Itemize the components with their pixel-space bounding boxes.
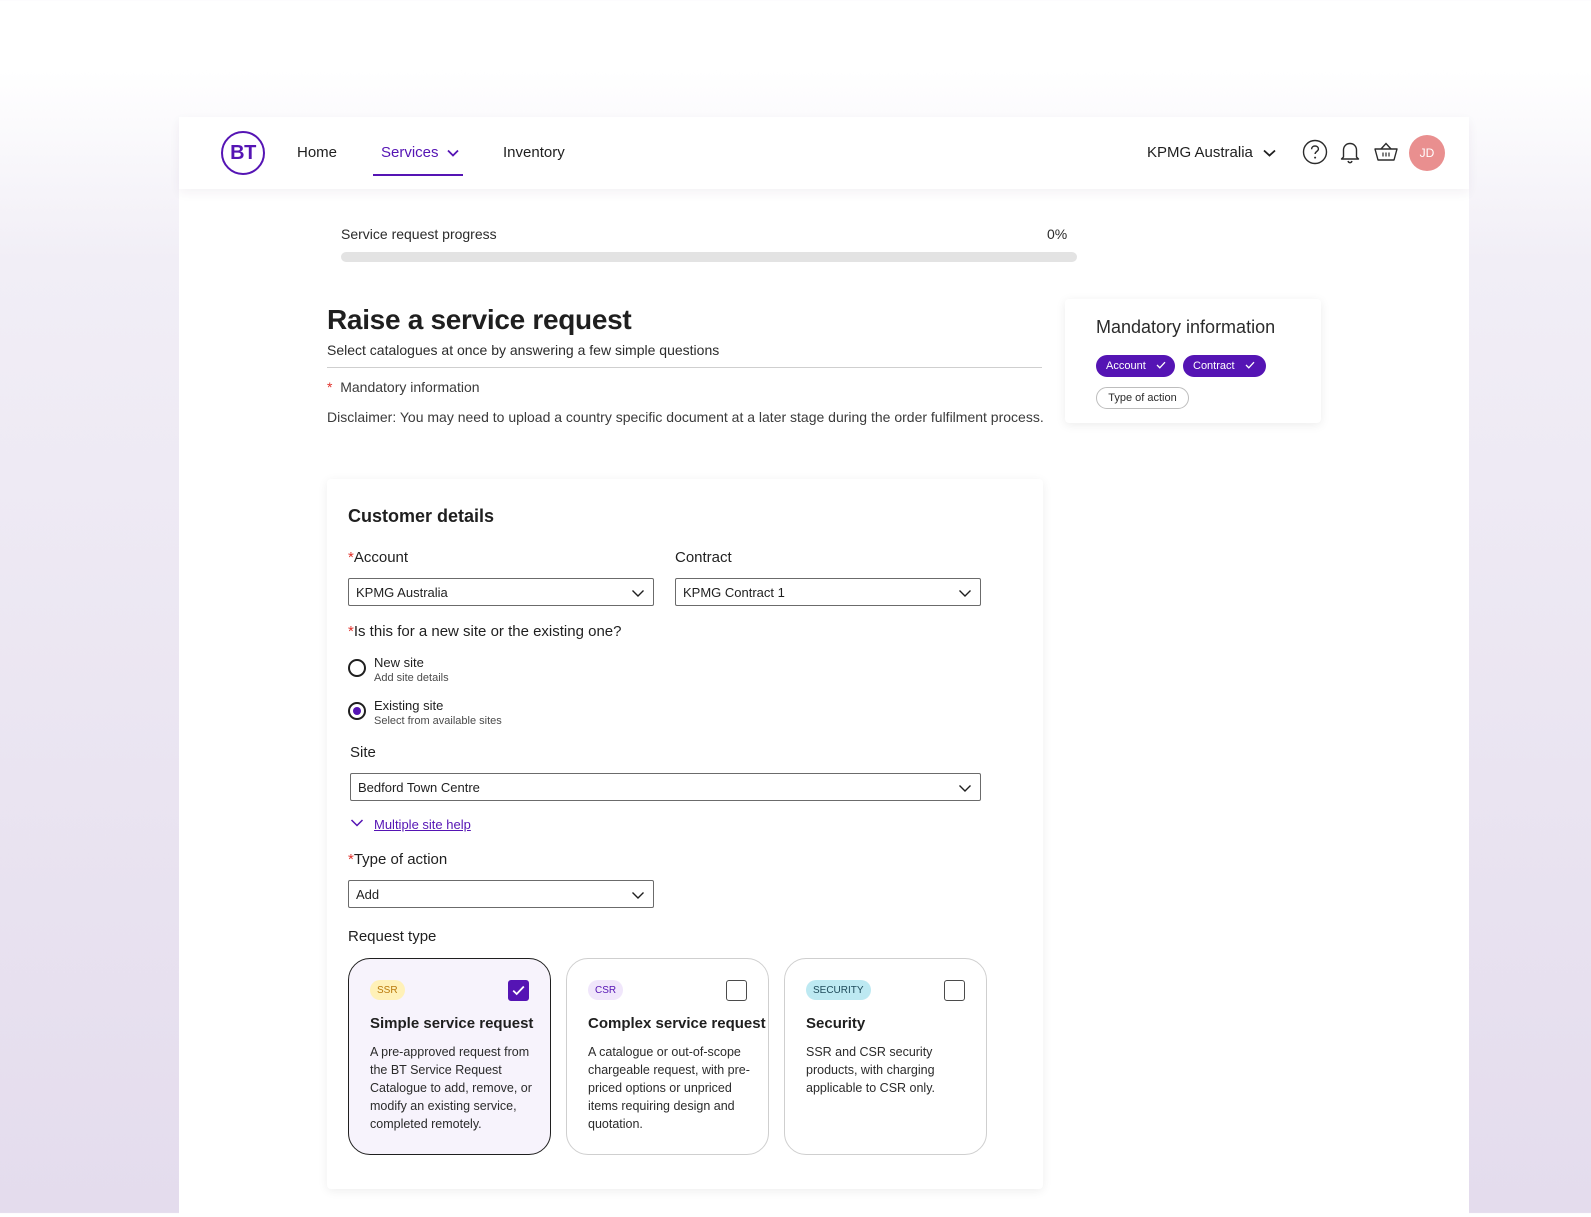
- top-navigation-bar: BT Home Services Inventory KPMG Australi…: [179, 117, 1469, 189]
- contract-label: Contract: [675, 549, 732, 566]
- section-title: Customer details: [348, 506, 495, 526]
- multiple-site-help-toggle[interactable]: Multiple site help: [350, 815, 471, 833]
- chip-label: Contract: [1193, 360, 1235, 372]
- chip-account[interactable]: Account: [1096, 355, 1175, 377]
- chip-label: Account: [1106, 360, 1146, 372]
- request-type-label: Request type: [348, 928, 437, 945]
- chevron-down-icon: [631, 586, 645, 600]
- nav-services-label: Services: [381, 144, 439, 161]
- page-title: Raise a service request: [327, 304, 632, 335]
- chevron-down-icon: [631, 888, 645, 902]
- bt-logo[interactable]: BT: [221, 131, 265, 175]
- organisation-name: KPMG Australia: [1147, 144, 1253, 161]
- account-label-text: Account: [353, 549, 409, 566]
- mandatory-info-title: Mandatory information: [1096, 317, 1276, 337]
- radio-button-selected[interactable]: [348, 702, 366, 720]
- mandatory-note: * Mandatory information: [327, 379, 480, 395]
- security-badge: SECURITY: [806, 980, 871, 1000]
- multiple-site-help-link[interactable]: Multiple site help: [374, 817, 471, 832]
- nav-services[interactable]: Services: [381, 144, 459, 161]
- type-of-action-text: Type of action: [353, 851, 448, 868]
- contract-select[interactable]: KPMG Contract 1: [675, 578, 981, 606]
- chip-type-of-action[interactable]: Type of action: [1096, 387, 1189, 409]
- checkbox-checked[interactable]: [508, 980, 529, 1001]
- app-frame: BT Home Services Inventory KPMG Australi…: [179, 117, 1469, 1217]
- account-label: *Account: [348, 549, 408, 566]
- help-icon[interactable]: [1301, 138, 1329, 166]
- site-question-label: *Is this for a new site or the existing …: [348, 623, 622, 640]
- request-type-description: A catalogue or out-of-scope chargeable r…: [588, 1045, 750, 1131]
- customer-details-card: Customer details *Account Contract KPMG …: [327, 479, 1043, 1189]
- radio-new-site-text: New site Add site details: [374, 655, 449, 684]
- radio-existing-site-text: Existing site Select from available site…: [374, 698, 502, 727]
- page-subtitle: Select catalogues at once by answering a…: [327, 342, 720, 358]
- mandatory-note-text: Mandatory information: [340, 379, 480, 395]
- user-avatar[interactable]: JD: [1409, 135, 1445, 171]
- radio-label: Existing site: [374, 698, 444, 713]
- request-type-card-security[interactable]: SECURITY Security SSR and CSR security p…: [784, 958, 987, 1155]
- request-type-title: Simple service request: [370, 1015, 534, 1032]
- bell-icon[interactable]: [1336, 138, 1364, 166]
- radio-button[interactable]: [348, 659, 366, 677]
- chevron-down-icon: [1263, 144, 1276, 161]
- mandatory-info-card: Mandatory information Account Contract T…: [1065, 299, 1321, 423]
- chevron-down-icon: [350, 815, 364, 833]
- radio-sublabel: Add site details: [374, 672, 449, 684]
- request-type-card-ssr[interactable]: SSR Simple service request A pre-approve…: [348, 958, 551, 1155]
- radio-label: New site: [374, 655, 424, 670]
- radio-new-site[interactable]: New site Add site details: [348, 655, 449, 684]
- progress-label: Service request progress: [341, 226, 497, 242]
- type-of-action-label: *Type of action: [348, 851, 447, 868]
- disclaimer-text: Disclaimer: You may need to upload a cou…: [327, 409, 1044, 425]
- chip-contract[interactable]: Contract: [1183, 355, 1266, 377]
- contract-select-value: KPMG Contract 1: [683, 584, 785, 600]
- active-nav-indicator: [373, 174, 463, 176]
- chevron-down-icon: [446, 144, 459, 161]
- title-divider: [327, 367, 1042, 368]
- chevron-down-icon: [958, 781, 972, 795]
- required-asterisk: *: [327, 379, 333, 395]
- chip-label: Type of action: [1108, 392, 1177, 404]
- progress-percent: 0%: [1047, 226, 1068, 242]
- site-question-text: Is this for a new site or the existing o…: [353, 623, 622, 640]
- account-select[interactable]: KPMG Australia: [348, 578, 654, 606]
- check-icon: [512, 985, 525, 996]
- organisation-selector[interactable]: KPMG Australia: [1147, 144, 1276, 161]
- request-type-card-csr[interactable]: CSR Complex service request A catalogue …: [566, 958, 769, 1155]
- nav-inventory[interactable]: Inventory: [503, 144, 565, 161]
- chevron-down-icon: [958, 586, 972, 600]
- check-icon: [1245, 360, 1255, 372]
- request-type-title: Security: [806, 1015, 866, 1032]
- type-of-action-value: Add: [356, 886, 380, 902]
- site-select[interactable]: Bedford Town Centre: [350, 773, 981, 801]
- basket-icon[interactable]: [1372, 138, 1400, 166]
- ssr-badge: SSR: [370, 980, 405, 1000]
- radio-sublabel: Select from available sites: [374, 715, 502, 727]
- check-icon: [1156, 360, 1166, 372]
- checkbox-unchecked[interactable]: [944, 980, 965, 1001]
- type-of-action-select[interactable]: Add: [348, 880, 654, 908]
- request-type-description: SSR and CSR security products, with char…: [806, 1045, 936, 1095]
- csr-badge: CSR: [588, 980, 624, 1000]
- checkbox-unchecked[interactable]: [726, 980, 747, 1001]
- nav-home[interactable]: Home: [297, 144, 337, 161]
- progress-bar: [341, 252, 1077, 262]
- radio-existing-site[interactable]: Existing site Select from available site…: [348, 698, 502, 727]
- request-type-description: A pre-approved request from the BT Servi…: [370, 1045, 532, 1131]
- request-type-title: Complex service request: [588, 1015, 766, 1032]
- account-select-value: KPMG Australia: [356, 584, 448, 600]
- site-select-value: Bedford Town Centre: [358, 779, 480, 795]
- site-label: Site: [350, 744, 376, 761]
